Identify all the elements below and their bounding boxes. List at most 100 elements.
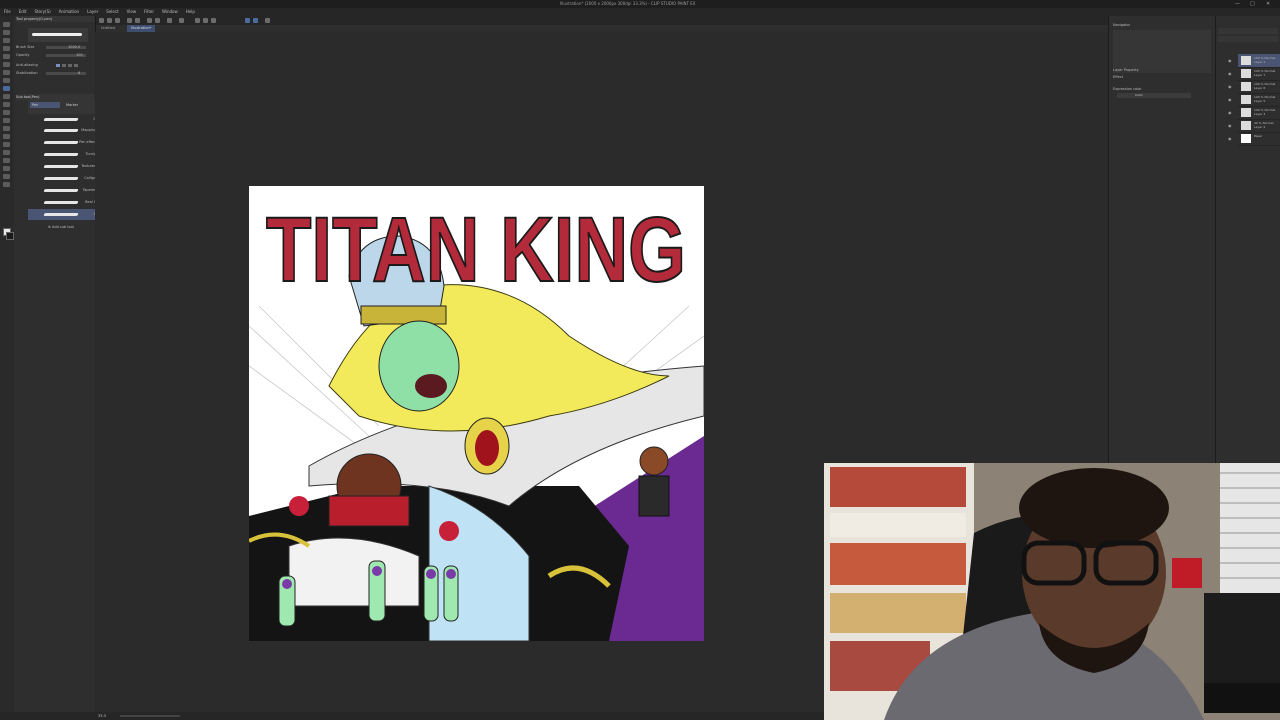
zoom-level[interactable]: 33.3 [98,712,106,720]
fill-icon[interactable] [155,18,160,23]
minimize-button[interactable]: — [1235,0,1240,8]
decoration-tool-icon[interactable] [3,94,10,99]
layer-row[interactable]: 100 % Normal Layer 5 [1238,93,1280,107]
brush-tool-icon[interactable] [3,78,10,83]
correct-tool-icon[interactable] [3,182,10,187]
opacity-value: 100 [76,53,83,57]
tab-illustration[interactable]: Illustration* [127,25,156,32]
group-tab-pen[interactable]: Pen [30,102,60,108]
webcam-overlay [824,463,1280,720]
add-sub-tool-button[interactable]: ⊕ Add sub tool [48,225,74,229]
new-file-icon[interactable] [99,18,104,23]
sub-tool-panel: Tool property(G-pen) Brush Size 1000.0 O… [14,16,108,720]
tab-untitled[interactable]: Untitled [97,25,119,32]
effect-label: Effect [1113,75,1124,79]
ruler-tool-icon[interactable] [3,150,10,155]
navigator-header: Navigator [1113,23,1131,27]
transform-icon[interactable] [167,18,172,23]
snap-grid-icon[interactable] [203,18,208,23]
menu-help[interactable]: Help [182,8,199,16]
eraser-tool-icon[interactable] [3,102,10,107]
window-title: Illustration* (2000 x 2000px 300dpi 33.3… [560,1,696,6]
canvas-artwork[interactable]: TITAN KING [249,186,704,641]
layer-row[interactable]: 40 % Normal Layer 2 [1238,119,1280,133]
fill-tool-icon[interactable] [3,118,10,123]
menu-view[interactable]: View [123,8,141,16]
layer-row[interactable]: Paper [1238,132,1280,146]
snap-icon[interactable] [195,18,200,23]
clear-icon[interactable] [147,18,152,23]
opacity-label: Opacity [16,53,30,57]
undo-icon[interactable] [127,18,132,23]
menu-animation[interactable]: Animation [55,8,83,16]
visibility-eye-icon[interactable]: ◉ [1228,123,1232,128]
menu-story[interactable]: Story(S) [30,8,54,16]
auto-select-tool-icon[interactable] [3,46,10,51]
document-tab-bar: Untitled Illustration* [95,25,1110,32]
redo-icon[interactable] [135,18,140,23]
eyedropper-tool-icon[interactable] [3,54,10,59]
balloon-tool-icon[interactable] [3,166,10,171]
gradient-tool-icon[interactable] [3,126,10,131]
selection-tool-icon[interactable] [3,38,10,43]
command-bar [95,16,1110,25]
maximize-button[interactable]: □ [1250,0,1255,8]
visibility-eye-icon[interactable]: ◉ [1228,110,1232,115]
webcam-video [824,463,1280,720]
menu-layer[interactable]: Layer [83,8,102,16]
expression-color-label: Expression color [1113,87,1142,91]
settings-icon[interactable] [265,18,270,23]
airbrush-tool-icon[interactable] [3,86,10,91]
navigator-preview[interactable] [1113,30,1211,70]
pen-tool-icon[interactable] [3,62,10,67]
expression-color-select[interactable]: Color [1117,93,1191,98]
brush-size-row[interactable]: Brush Size 1000.0 [16,44,92,51]
open-file-icon[interactable] [107,18,112,23]
layer-row[interactable]: 100 % Normal Layer 6 [1238,80,1280,94]
close-button[interactable]: ✕ [1266,0,1270,8]
pencil-tool-icon[interactable] [3,70,10,75]
visibility-eye-icon[interactable]: ◉ [1228,71,1232,76]
visibility-eye-icon[interactable]: ◉ [1228,97,1232,102]
layer-blend-toolbar [1218,36,1278,42]
figure-tool-icon[interactable] [3,134,10,139]
brush-size-label: Brush Size [16,45,35,49]
visibility-eye-icon[interactable]: ◉ [1228,136,1232,141]
artwork-title: TITAN KING [266,199,686,301]
move-tool-icon[interactable] [3,30,10,35]
antialias-label: Anti-aliasing [16,63,38,67]
stabilization-value: 6 [78,71,81,75]
group-tab-marker[interactable]: Marker [64,102,94,108]
visibility-eye-icon[interactable]: ◉ [1228,84,1232,89]
guide-icon[interactable] [253,18,258,23]
snap-ruler-icon[interactable] [211,18,216,23]
sub-color-swatch[interactable] [6,232,14,240]
menu-file[interactable]: File [0,8,15,16]
layer-row[interactable]: 100 % Normal Layer 7 [1238,67,1280,81]
tool-strip [0,16,15,720]
ruler-icon[interactable] [245,18,250,23]
layer-row[interactable]: 100 % Normal Layer 3 [1238,106,1280,120]
brush-size-value: 1000.0 [68,45,81,49]
menu-window[interactable]: Window [158,8,182,16]
text-tool-icon[interactable] [3,158,10,163]
visibility-eye-icon[interactable]: ◉ [1228,58,1232,63]
antialias-row[interactable]: Anti-aliasing [16,62,92,69]
layer-row[interactable]: 100 % Normal Layer 1 [1238,54,1280,68]
menu-edit[interactable]: Edit [15,8,31,16]
stabilization-row[interactable]: Stabilization 6 [16,70,92,77]
select-icon[interactable] [179,18,184,23]
line-correction-tool-icon[interactable] [3,174,10,179]
zoom-tool-icon[interactable] [3,22,10,27]
frame-tool-icon[interactable] [3,142,10,147]
menu-filter[interactable]: Filter [140,8,158,16]
blend-tool-icon[interactable] [3,110,10,115]
menu-bar: File Edit Story(S) Animation Layer Selec… [0,8,1280,16]
tool-property-header: Tool property(G-pen) [16,16,94,22]
opacity-row[interactable]: Opacity 100 [16,52,92,59]
zoom-slider[interactable] [120,715,180,717]
layer-property-header: Layer Property [1113,67,1211,73]
stabilization-label: Stabilization [16,71,38,75]
menu-select[interactable]: Select [102,8,122,16]
save-icon[interactable] [115,18,120,23]
